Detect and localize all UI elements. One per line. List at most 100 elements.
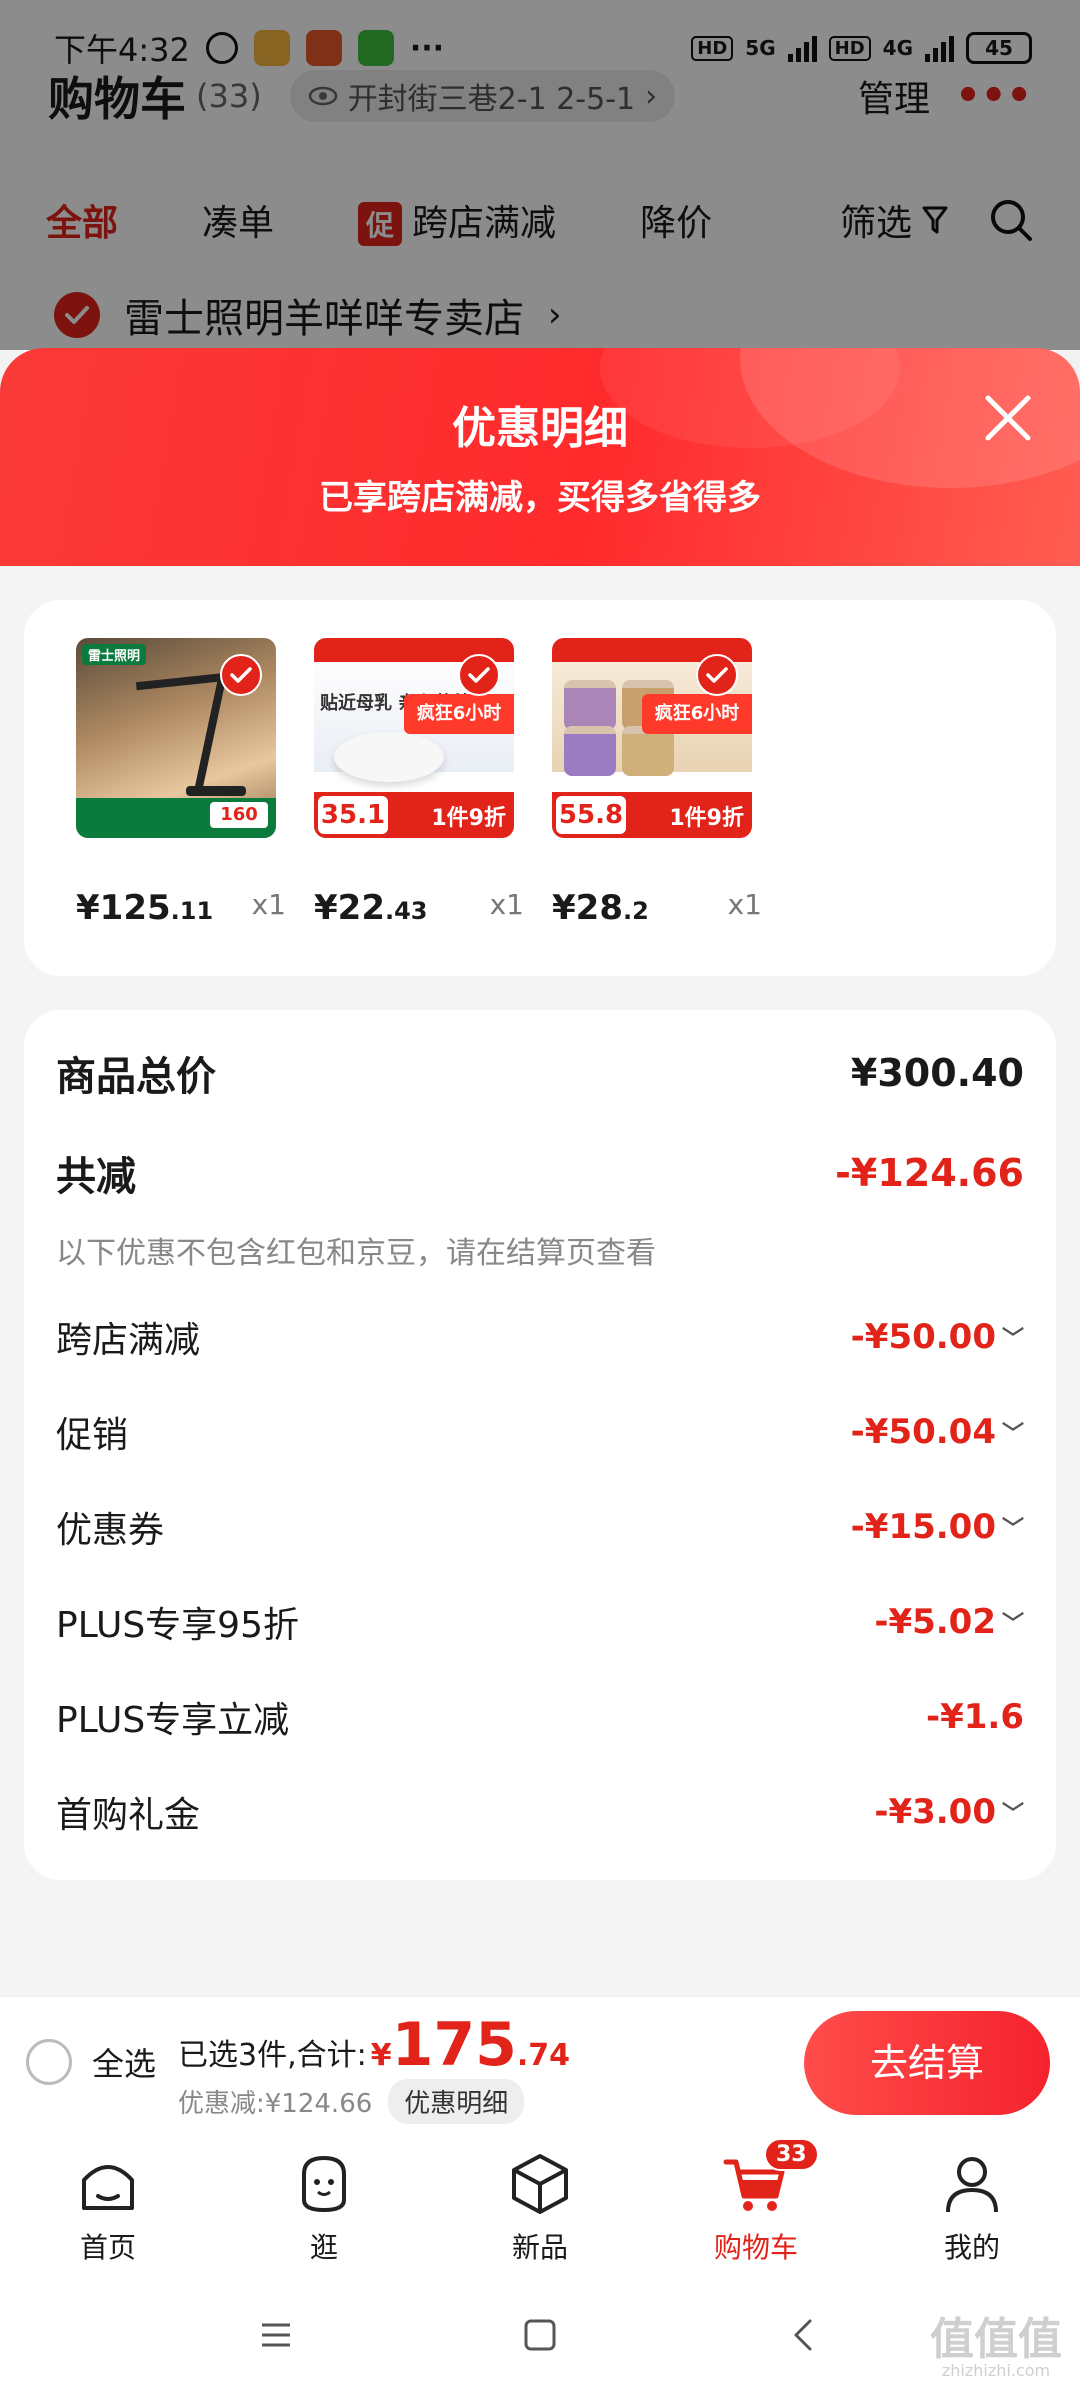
- goods-total-value: ¥300.40: [850, 1051, 1024, 1095]
- discount-label: 首购礼金: [56, 1795, 201, 1836]
- discount-label: PLUS专享立减: [56, 1700, 290, 1741]
- discount-row-first-purchase[interactable]: 首购礼金 -¥3.00 ﹀: [56, 1777, 1024, 1847]
- watermark-text: 值值值: [930, 2314, 1062, 2365]
- discount-label: 促销: [56, 1415, 129, 1456]
- discount-value: -¥15.00: [850, 1507, 996, 1547]
- product-qty: x1: [727, 888, 762, 921]
- chevron-down-icon: ﹀: [1002, 1422, 1025, 1447]
- thumb-price: 35.1: [318, 796, 388, 834]
- tab-new[interactable]: 新品: [432, 2132, 648, 2270]
- profile-icon: [946, 2157, 998, 2213]
- discount-summary: 优惠减:¥124.66: [178, 2089, 373, 2119]
- goods-total-row: 商品总价 ¥300.40: [56, 1038, 1024, 1108]
- product-price-row: ¥22.43 x1: [314, 888, 524, 928]
- selected-check-icon: [220, 654, 262, 696]
- watermark: 值值值 zhizhizhi.com: [930, 2318, 1062, 2380]
- total-reduced-row: 共减 -¥124.66: [56, 1138, 1024, 1208]
- discount-value: -¥1.6: [926, 1697, 1024, 1737]
- sheet-header: 优惠明细 已享跨店满减，买得多省得多: [0, 348, 1080, 568]
- discount-label: PLUS专享95折: [56, 1605, 299, 1646]
- selected-count-text: 已选3件,合计:: [178, 2038, 367, 2073]
- discount-row-promotion[interactable]: 促销 -¥50.04 ﹀: [56, 1397, 1024, 1467]
- discount-breakdown-card: 商品总价 ¥300.40 共减 -¥124.66 以下优惠不包含红包和京豆，请在…: [24, 1010, 1056, 1880]
- discount-note: 以下优惠不包含红包和京豆，请在结算页查看: [56, 1236, 656, 1271]
- watermark-sub: zhizhizhi.com: [941, 2361, 1051, 2380]
- tab-cart[interactable]: 33 购物车: [648, 2132, 864, 2270]
- discount-row-plus-95[interactable]: PLUS专享95折 -¥5.02 ﹀: [56, 1587, 1024, 1657]
- chevron-down-icon: ﹀: [1002, 1612, 1025, 1637]
- selected-check-icon: [458, 654, 500, 696]
- product-qty: x1: [251, 888, 286, 921]
- brand-label: 雷士照明: [82, 644, 147, 665]
- select-all-label: 全选: [92, 2045, 157, 2083]
- thumb-promo: 疯狂6小时: [404, 694, 514, 734]
- product-image-lamp: 雷士照明 160: [76, 638, 276, 838]
- tab-explore[interactable]: 逛: [216, 2132, 432, 2270]
- selected-check-icon: [696, 654, 738, 696]
- cart-badge: 33: [764, 2138, 819, 2171]
- tab-profile[interactable]: 我的: [864, 2132, 1080, 2270]
- tab-cart-label: 购物车: [713, 2231, 798, 2264]
- tab-explore-label: 逛: [309, 2231, 338, 2264]
- tab-profile-label: 我的: [943, 2231, 1000, 2264]
- sheet-subtitle: 已享跨店满减，买得多省得多: [319, 478, 761, 518]
- product-item[interactable]: 贴近母乳 亲和营养 疯狂6小时 35.1 1件9折 ¥22.43 x1: [314, 638, 524, 928]
- discount-value: -¥3.00: [874, 1792, 996, 1832]
- discount-row-coupon[interactable]: 优惠券 -¥15.00 ﹀: [56, 1492, 1024, 1562]
- home-square-icon[interactable]: [518, 2313, 562, 2357]
- product-price-row: ¥125.11 x1: [76, 888, 286, 928]
- checkout-bar: 全选 已选3件,合计: ¥ 175 .74 优惠减:¥124.66 优惠明细 去…: [0, 1996, 1080, 2132]
- chevron-down-icon: ﹀: [1002, 1802, 1025, 1827]
- product-price-decimal: .2: [622, 897, 649, 925]
- checkout-button[interactable]: 去结算: [804, 2011, 1050, 2115]
- tab-home-label: 首页: [79, 2231, 136, 2264]
- total-amount: 175: [391, 2010, 517, 2080]
- checkout-summary: 已选3件,合计: ¥ 175 .74 优惠减:¥124.66 优惠明细: [178, 2015, 570, 2124]
- system-nav-bar: [0, 2270, 1080, 2400]
- discount-label: 优惠券: [56, 1510, 165, 1551]
- discount-value: -¥5.02: [874, 1602, 996, 1642]
- total-amount-decimal: .74: [516, 2038, 571, 2073]
- total-reduced-value: -¥124.66: [835, 1151, 1024, 1195]
- goods-total-label: 商品总价: [56, 1054, 216, 1100]
- explore-icon: [302, 2155, 346, 2213]
- total-currency: ¥: [370, 2038, 392, 2073]
- tab-home[interactable]: 首页: [0, 2132, 216, 2270]
- product-item[interactable]: 疯狂6小时 55.8 1件9折 ¥28.2 x1: [552, 638, 762, 928]
- close-icon[interactable]: [980, 390, 1036, 446]
- modal-overlay[interactable]: [0, 0, 1080, 350]
- selected-products-card: 雷士照明 160 ¥125.11 x1 贴近母乳 亲和营养 疯狂6小时 35.1…: [24, 600, 1056, 976]
- discount-detail-button[interactable]: 优惠明细: [388, 2079, 525, 2124]
- product-price: ¥22: [314, 888, 385, 928]
- menu-icon[interactable]: [254, 2313, 298, 2357]
- chevron-down-icon: ﹀: [1002, 1517, 1025, 1542]
- discount-row-cross-store[interactable]: 跨店满减 -¥50.00 ﹀: [56, 1302, 1024, 1372]
- thumb-discount: 1件9折: [669, 806, 744, 831]
- product-price-decimal: .43: [384, 897, 428, 925]
- discount-label: 跨店满减: [56, 1320, 201, 1361]
- discount-value: -¥50.04: [850, 1412, 996, 1452]
- product-item[interactable]: 雷士照明 160 ¥125.11 x1: [76, 638, 286, 928]
- product-price: ¥125: [76, 888, 171, 928]
- thumb-discount: 1件9折: [431, 806, 506, 831]
- thumb-promo: 疯狂6小时: [642, 694, 752, 734]
- chevron-down-icon: ﹀: [1002, 1327, 1025, 1352]
- bottom-tab-bar: 首页 逛 新品 33 购物车 我的: [0, 2132, 1080, 2270]
- product-price: ¥28: [552, 888, 623, 928]
- select-all-radio[interactable]: [26, 2039, 72, 2085]
- total-reduced-label: 共减: [56, 1154, 136, 1200]
- product-price-decimal: .11: [170, 897, 214, 925]
- thumb-price: 160: [210, 802, 268, 828]
- back-icon[interactable]: [782, 2313, 826, 2357]
- sheet-title: 优惠明细: [452, 403, 628, 454]
- product-price-row: ¥28.2 x1: [552, 888, 762, 928]
- product-qty: x1: [489, 888, 524, 921]
- product-image-nuts: 疯狂6小时 55.8 1件9折: [552, 638, 752, 838]
- discount-row-plus-instant: PLUS专享立减 -¥1.6: [56, 1682, 1024, 1752]
- select-all-toggle[interactable]: 全选: [26, 2039, 156, 2085]
- new-products-icon: [512, 2154, 568, 2214]
- product-image-milk: 贴近母乳 亲和营养 疯狂6小时 35.1 1件9折: [314, 638, 514, 838]
- thumb-price: 55.8: [556, 796, 626, 834]
- discount-value: -¥50.00: [850, 1317, 996, 1357]
- tab-new-label: 新品: [511, 2231, 568, 2264]
